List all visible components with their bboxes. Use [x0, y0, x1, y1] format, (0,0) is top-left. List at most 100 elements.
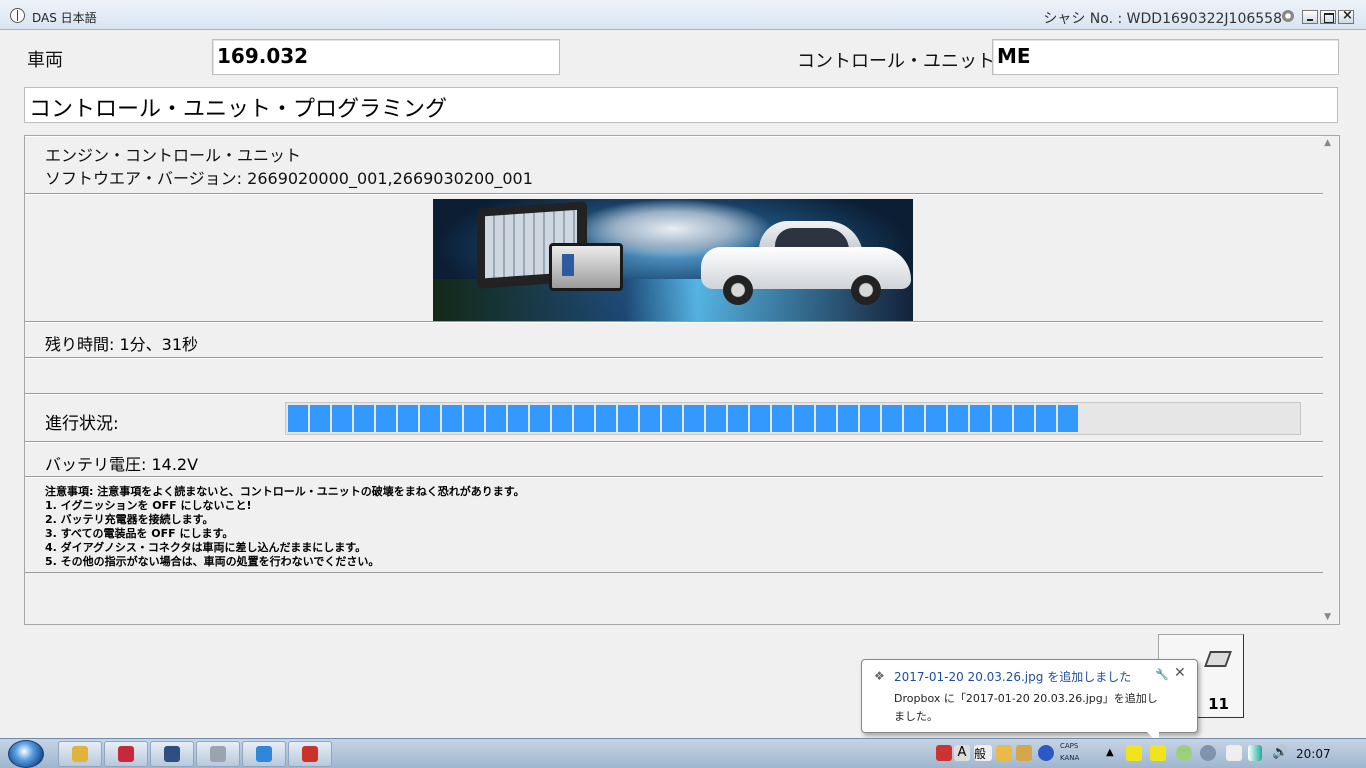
progress-block [486, 405, 506, 432]
control-unit-label: コントロール・ユニット [797, 51, 995, 72]
progress-block [662, 405, 682, 432]
taskbar-button-das-app[interactable] [196, 741, 240, 767]
notification-title[interactable]: 2017-01-20 20.03.26.jpg を追加しました [894, 668, 1131, 685]
explorer-icon [72, 746, 88, 762]
progress-block [970, 405, 990, 432]
taskbar-button-app-x[interactable] [150, 741, 194, 767]
start-button[interactable] [8, 740, 44, 768]
progress-block [772, 405, 792, 432]
printer-icon [1204, 651, 1232, 667]
f-key-label: 11 [1208, 695, 1229, 713]
ime-mode-indicator[interactable]: 般 [974, 745, 992, 761]
progress-block [706, 405, 726, 432]
progress-block [1014, 405, 1034, 432]
content-panel: ▲ ▼ エンジン・コントロール・ユニット ソフトウエア・バージョン: 26690… [24, 135, 1340, 625]
yellow-app-icon[interactable] [1126, 745, 1142, 761]
progress-block [354, 405, 374, 432]
progress-bar [285, 402, 1301, 435]
progress-block [728, 405, 748, 432]
vehicle-label: 車両 [27, 50, 63, 71]
gear-icon[interactable] [1282, 10, 1294, 22]
clock-tool-icon[interactable] [1200, 745, 1216, 761]
das-app-icon [210, 746, 226, 762]
promo-banner-image [433, 199, 913, 321]
battery-voltage: バッテリ電圧: 14.2V [25, 442, 1323, 477]
progress-block [332, 405, 352, 432]
progress-block [420, 405, 440, 432]
progress-block [376, 405, 396, 432]
banner-section [25, 194, 1323, 322]
taskbar-button-app-mailbox[interactable] [288, 741, 332, 767]
taskbar: A 般 CAPS KANA ▲ 🔊 20:07 [0, 738, 1366, 768]
progress-block [904, 405, 924, 432]
progress-block [750, 405, 770, 432]
show-hidden-icons-arrow-icon[interactable]: ▲ [1106, 747, 1122, 763]
note-line: 1. イグニッションを OFF にしないこと! [45, 499, 252, 512]
progress-block [640, 405, 660, 432]
scroll-up-arrow-icon[interactable]: ▲ [1324, 138, 1331, 148]
software-version: ソフトウエア・バージョン: 2669020000_001,2669030200_… [45, 169, 533, 188]
minimize-button[interactable] [1302, 10, 1318, 24]
device-icon[interactable] [1226, 745, 1242, 761]
progress-block [464, 405, 484, 432]
progress-block [926, 405, 946, 432]
dropbox-icon: ❖ [874, 669, 885, 683]
caps-indicator: CAPS [1060, 742, 1079, 750]
close-button[interactable] [1338, 8, 1354, 24]
progress-block [442, 405, 462, 432]
note-line: 4. ダイアグノシス・コネクタは車両に差し込んだままにします。 [45, 541, 367, 554]
control-unit-field: ME [992, 39, 1339, 75]
mercedes-logo-icon [10, 8, 25, 23]
progress-block [552, 405, 572, 432]
app-x-icon [164, 746, 180, 762]
dropbox-tray-icon[interactable] [1176, 745, 1192, 761]
internet-explorer-icon [256, 746, 272, 762]
notification-text: Dropbox に「2017-01-20 20.03.26.jpg」を追加しまし… [894, 692, 1158, 723]
progress-block [1058, 405, 1078, 432]
ime-dict-icon[interactable] [1016, 745, 1032, 761]
das-window: DAS 日本語 シャシ No. : WDD1690322J106558 車両 1… [0, 0, 1366, 768]
wrench-icon[interactable]: 🔧 [1155, 668, 1169, 681]
vehicle-field: 169.032 [212, 39, 560, 75]
taskbar-button-internet-explorer[interactable] [242, 741, 286, 767]
help-icon[interactable] [1038, 745, 1054, 761]
ecu-info-section: エンジン・コントロール・ユニット ソフトウエア・バージョン: 266902000… [25, 136, 1323, 194]
taskbar-button-explorer[interactable] [58, 741, 102, 767]
progress-section: 進行状況: [25, 394, 1323, 442]
flag-icon[interactable] [936, 745, 952, 761]
progress-block [618, 405, 638, 432]
progress-block [816, 405, 836, 432]
taskbar-clock[interactable]: 20:07 [1296, 747, 1331, 761]
kana-indicator: KANA [1060, 754, 1080, 762]
progress-label: 進行状況: [45, 414, 119, 434]
note-line: 5. その他の指示がない場合は、車両の処置を行わないでください。 [45, 555, 380, 568]
remaining-time: 残り時間: 1分、31秒 [25, 322, 1323, 358]
note-line: 3. すべての電装品を OFF にします。 [45, 527, 234, 540]
ime-a-indicator[interactable]: A [954, 745, 970, 761]
lock-icon[interactable] [1150, 745, 1166, 761]
progress-block [508, 405, 528, 432]
progress-block [684, 405, 704, 432]
progress-block [838, 405, 858, 432]
notes-section: 注意事項: 注意事項をよく読まないと、コントロール・ユニットの破壊をまねく恐れが… [25, 477, 1323, 573]
close-icon[interactable]: ✕ [1174, 665, 1186, 681]
status-blank-row [25, 358, 1323, 394]
window-title: DAS 日本語 [32, 11, 97, 25]
taskbar-button-app-red[interactable] [104, 741, 148, 767]
progress-block [310, 405, 330, 432]
progress-block [596, 405, 616, 432]
progress-block [398, 405, 418, 432]
progress-block [992, 405, 1012, 432]
ecu-name: エンジン・コントロール・ユニット [45, 146, 302, 165]
restore-button[interactable] [1320, 10, 1336, 24]
app-mailbox-icon [302, 746, 318, 762]
diagnostic-device-image [549, 243, 623, 291]
chassis-number: シャシ No. : WDD1690322J106558 [1043, 11, 1282, 27]
progress-block [1036, 405, 1056, 432]
ime-tool-icon[interactable] [996, 745, 1012, 761]
signal-icon[interactable] [1248, 745, 1262, 761]
progress-block [288, 405, 308, 432]
dropbox-notification[interactable]: ❖ 2017-01-20 20.03.26.jpg を追加しました 🔧 ✕ Dr… [861, 659, 1198, 744]
volume-icon[interactable]: 🔊 [1272, 745, 1288, 761]
scroll-down-arrow-icon[interactable]: ▼ [1324, 612, 1331, 622]
